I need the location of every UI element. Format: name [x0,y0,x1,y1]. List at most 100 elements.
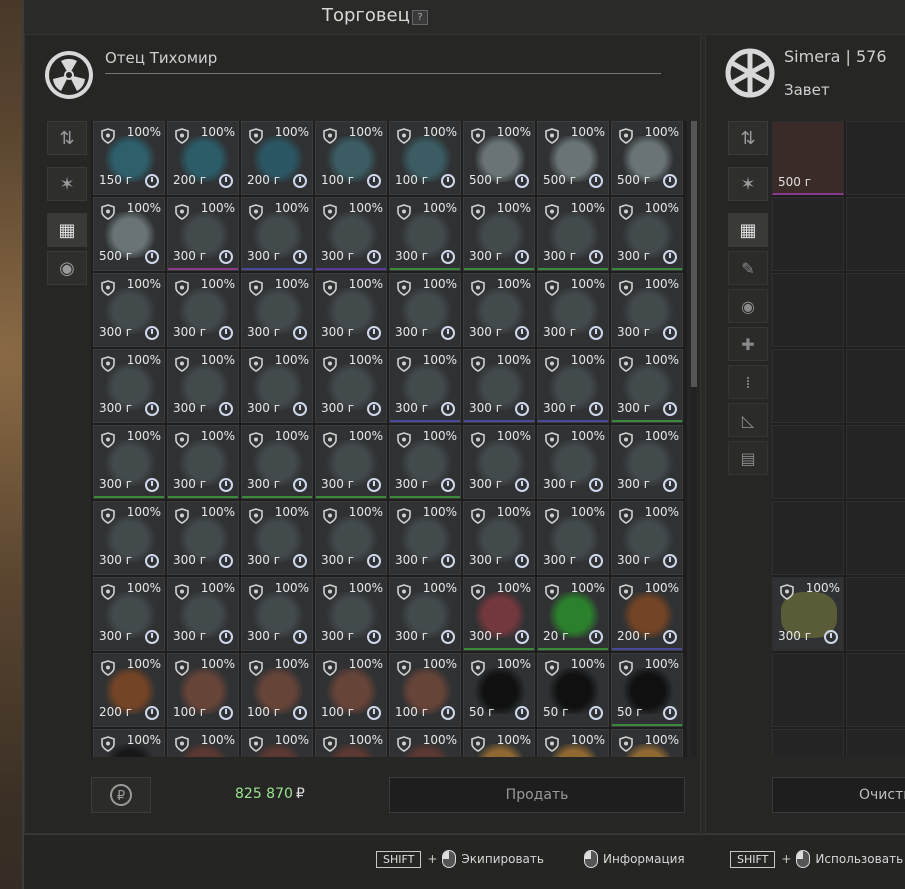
medkit-icon[interactable]: ✚ [728,327,768,361]
inventory-item[interactable]: 100% [167,729,239,757]
inventory-item[interactable]: 100% 300 г [241,577,313,651]
inventory-cell[interactable] [846,729,905,757]
inventory-item[interactable]: 100% 300 г [93,577,165,651]
inventory-item[interactable]: 100% 300 г [167,425,239,499]
grid-icon[interactable]: ▦ [728,213,768,247]
inventory-item[interactable]: 100% 100 г [315,121,387,195]
inventory-item[interactable]: 100% 300 г [241,501,313,575]
inventory-item[interactable]: 100% 300 г [315,425,387,499]
inventory-cell[interactable] [846,653,905,727]
inventory-item[interactable]: 100% 300 г [772,577,844,651]
inventory-cell[interactable] [772,273,844,347]
inventory-item[interactable]: 100% [463,729,535,757]
inventory-item[interactable]: 100% 50 г [611,653,683,727]
artifact-icon[interactable]: ✶ [47,167,87,201]
inventory-item[interactable]: 100% 20 г [537,577,609,651]
clear-button[interactable]: Очисти [772,777,905,813]
inventory-item[interactable]: 100% 500 г [93,197,165,271]
inventory-item[interactable]: 100% 300 г [611,273,683,347]
inventory-item[interactable]: 100% 300 г [315,501,387,575]
inventory-item[interactable]: 100% 200 г [241,121,313,195]
inventory-cell[interactable] [846,501,905,575]
inventory-cell[interactable] [846,121,905,195]
inventory-item[interactable]: 100% 500 г [463,121,535,195]
inventory-item[interactable]: 100% [315,729,387,757]
inventory-item[interactable]: 100% 300 г [315,273,387,347]
inventory-item[interactable]: 100% 300 г [537,273,609,347]
inventory-item[interactable]: 100% 300 г [389,349,461,423]
box-icon[interactable]: ▤ [728,441,768,475]
inventory-item[interactable]: 100% 100 г [241,653,313,727]
inventory-cell[interactable] [846,425,905,499]
inventory-item[interactable]: 100% 100 г [315,653,387,727]
inventory-item[interactable]: 100% 300 г [463,577,535,651]
scrollbar[interactable] [691,121,697,757]
sort-icon[interactable]: ⇅ [728,121,768,155]
inventory-item[interactable]: 100% 300 г [315,349,387,423]
inventory-item[interactable]: 100% [241,729,313,757]
sell-button[interactable]: Продать [389,777,685,813]
globe-icon[interactable]: ◉ [47,251,87,285]
inventory-item[interactable]: 100% 300 г [537,197,609,271]
inventory-item[interactable]: 100% 300 г [93,425,165,499]
inventory-item[interactable]: 100% 300 г [611,349,683,423]
inventory-item[interactable]: 100% 300 г [167,349,239,423]
inventory-item[interactable]: 100% 300 г [241,273,313,347]
inventory-item[interactable]: 100% 300 г [167,501,239,575]
ammo-icon[interactable]: ⁞ [728,365,768,399]
inventory-item[interactable]: 100% 200 г [611,577,683,651]
inventory-item[interactable]: 100% 300 г [389,425,461,499]
inventory-item[interactable]: 100% 300 г [241,425,313,499]
inventory-item[interactable]: 100% 300 г [93,273,165,347]
inventory-cell[interactable] [772,653,844,727]
inventory-item[interactable]: 100% 150 г [93,121,165,195]
inventory-item[interactable]: 100% 100 г [389,121,461,195]
inventory-item[interactable]: 100% 100 г [389,653,461,727]
inventory-cell[interactable] [846,349,905,423]
inventory-item[interactable]: 100% 300 г [167,197,239,271]
inventory-cell[interactable] [846,273,905,347]
sort-icon[interactable]: ⇅ [47,121,87,155]
help-icon[interactable]: ? [412,10,428,25]
inventory-item[interactable]: 100% [611,729,683,757]
inventory-item[interactable]: 100% 50 г [463,653,535,727]
artifact-icon[interactable]: ✶ [728,167,768,201]
ruler-icon[interactable]: ◺ [728,403,768,437]
inventory-item[interactable]: 100% 300 г [389,273,461,347]
globe-icon[interactable]: ◉ [728,289,768,323]
inventory-item[interactable]: 100% 300 г [241,349,313,423]
inventory-cell[interactable] [772,501,844,575]
inventory-cell[interactable]: 500 г [772,121,844,195]
inventory-cell[interactable] [772,729,844,757]
inventory-item[interactable]: 100% 200 г [93,653,165,727]
inventory-item[interactable]: 100% 300 г [389,577,461,651]
inventory-item[interactable]: 100% 300 г [389,501,461,575]
inventory-item[interactable]: 100% 300 г [93,501,165,575]
inventory-item[interactable]: 100% 100 г [167,653,239,727]
inventory-item[interactable]: 100% 300 г [537,349,609,423]
inventory-cell[interactable] [772,197,844,271]
weapon-icon[interactable]: ✎ [728,251,768,285]
inventory-item[interactable]: 100% 300 г [93,349,165,423]
inventory-cell[interactable] [772,349,844,423]
inventory-item[interactable]: 100% 300 г [463,197,535,271]
inventory-item[interactable]: 100% 50 г [537,653,609,727]
inventory-cell[interactable] [846,577,905,651]
inventory-cell[interactable] [846,197,905,271]
inventory-item[interactable]: 100% 300 г [241,197,313,271]
scroll-thumb[interactable] [691,121,697,387]
inventory-item[interactable]: 100% 300 г [537,425,609,499]
inventory-item[interactable]: 100% 300 г [611,197,683,271]
inventory-cell[interactable] [772,425,844,499]
inventory-item[interactable]: 100% 300 г [611,425,683,499]
grid-icon[interactable]: ▦ [47,213,87,247]
inventory-item[interactable]: 100% 200 г [167,121,239,195]
inventory-item[interactable]: 100% 300 г [463,501,535,575]
inventory-item[interactable]: 100% 300 г [537,501,609,575]
inventory-item[interactable]: 100% 300 г [463,425,535,499]
inventory-item[interactable]: 100% [389,729,461,757]
inventory-item[interactable]: 100% 300 г [463,273,535,347]
inventory-item[interactable]: 100% 300 г [315,577,387,651]
inventory-item[interactable]: 100% [93,729,165,757]
ruble-icon[interactable]: ₽ [91,777,151,813]
